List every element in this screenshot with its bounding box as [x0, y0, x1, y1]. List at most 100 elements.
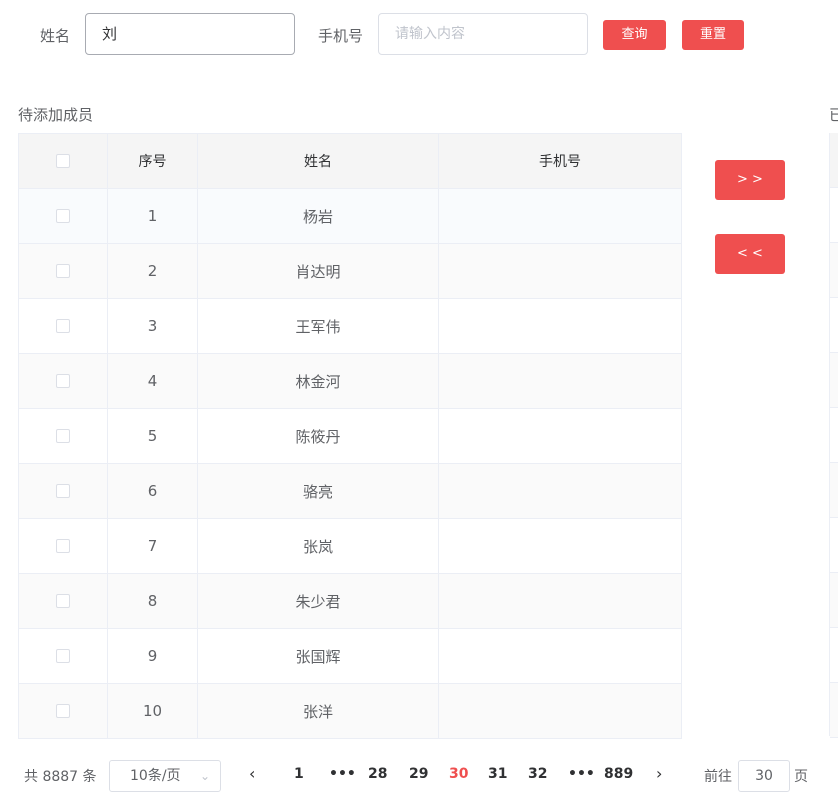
row-name: 肖达明: [198, 244, 439, 298]
row-phone: [439, 629, 682, 683]
prev-page-icon[interactable]: ‹: [249, 764, 255, 783]
row-name: 杨岩: [198, 189, 439, 243]
right-table-row: [830, 683, 838, 738]
page-number[interactable]: 889: [604, 766, 633, 782]
row-checkbox-cell: [19, 409, 108, 463]
row-phone: [439, 574, 682, 628]
table-row[interactable]: 5 陈筱丹: [19, 409, 682, 464]
select-all-checkbox[interactable]: [56, 154, 70, 168]
row-checkbox[interactable]: [56, 374, 70, 388]
phone-input[interactable]: 请输入内容: [378, 13, 588, 55]
row-phone: [439, 189, 682, 243]
row-phone: [439, 464, 682, 518]
row-index: 1: [108, 189, 198, 243]
added-members-table: [829, 133, 838, 738]
right-table-row: [830, 243, 838, 298]
row-index: 10: [108, 684, 198, 738]
pagination-total: 共 8887 条: [24, 769, 97, 785]
table-row[interactable]: 1 杨岩: [19, 189, 682, 244]
row-checkbox[interactable]: [56, 704, 70, 718]
table-row[interactable]: 10 张洋: [19, 684, 682, 739]
row-name: 张洋: [198, 684, 439, 738]
table-row[interactable]: 6 骆亮: [19, 464, 682, 519]
page-number[interactable]: 29: [409, 766, 428, 782]
row-checkbox[interactable]: [56, 264, 70, 278]
goto-suffix: 页: [794, 769, 808, 785]
row-checkbox[interactable]: [56, 319, 70, 333]
row-checkbox[interactable]: [56, 429, 70, 443]
row-checkbox-cell: [19, 464, 108, 518]
transfer-right-button[interactable]: > >: [715, 160, 785, 200]
row-checkbox[interactable]: [56, 539, 70, 553]
row-checkbox[interactable]: [56, 209, 70, 223]
table-row[interactable]: 2 肖达明: [19, 244, 682, 299]
table-row[interactable]: 3 王军伟: [19, 299, 682, 354]
next-page-icon[interactable]: ›: [656, 764, 662, 783]
search-bar: 姓名 刘 手机号 请输入内容 查询 重置: [0, 13, 838, 55]
left-panel-title: 待添加成员: [18, 106, 94, 124]
header-index: 序号: [108, 134, 198, 188]
table-row[interactable]: 8 朱少君: [19, 574, 682, 629]
right-table-row: [830, 408, 838, 463]
row-phone: [439, 684, 682, 738]
row-checkbox-cell: [19, 574, 108, 628]
page-number[interactable]: 30: [449, 766, 468, 782]
row-name: 陈筱丹: [198, 409, 439, 463]
pagination: 共 8887 条 10条/页 ⌄ ‹ 1 ••• 28 29 30 31 32 ••• 889 …: [0, 760, 838, 792]
header-phone: 手机号: [439, 134, 682, 188]
right-table-row: [830, 518, 838, 573]
table-row[interactable]: 4 林金河: [19, 354, 682, 409]
right-table-row: [830, 188, 838, 243]
page-size-select[interactable]: 10条/页 ⌄: [109, 760, 221, 792]
right-table-row: [830, 573, 838, 628]
row-name: 林金河: [198, 354, 439, 408]
page-number[interactable]: 32: [528, 766, 547, 782]
right-panel-title: 已: [829, 106, 838, 124]
row-name: 王军伟: [198, 299, 439, 353]
row-index: 3: [108, 299, 198, 353]
table-body: 1 杨岩 2 肖达明 3 王军伟 4 林金河 5 陈筱丹 6 骆亮 7 张岚 8 朱少君 9 张国辉 10 张洋: [19, 189, 682, 739]
page-number[interactable]: 31: [488, 766, 507, 782]
header-name: 姓名: [198, 134, 439, 188]
search-button[interactable]: 查询: [603, 20, 666, 50]
row-index: 9: [108, 629, 198, 683]
row-phone: [439, 354, 682, 408]
name-input[interactable]: 刘: [85, 13, 295, 55]
table-row[interactable]: 9 张国辉: [19, 629, 682, 684]
right-table-row: [830, 353, 838, 408]
transfer-left-button[interactable]: < <: [715, 234, 785, 274]
page-number[interactable]: 28: [368, 766, 387, 782]
phone-label: 手机号: [318, 27, 364, 45]
right-table-row: [830, 628, 838, 683]
row-name: 骆亮: [198, 464, 439, 518]
row-checkbox-cell: [19, 684, 108, 738]
table-row[interactable]: 7 张岚: [19, 519, 682, 574]
row-name: 朱少君: [198, 574, 439, 628]
row-checkbox[interactable]: [56, 484, 70, 498]
row-checkbox-cell: [19, 299, 108, 353]
row-name: 张国辉: [198, 629, 439, 683]
pending-members-table: 序号 姓名 手机号 1 杨岩 2 肖达明 3 王军伟 4 林金河 5 陈筱丹 6 骆亮 7 张岚 8 朱少君 9…: [18, 133, 682, 739]
name-label: 姓名: [40, 27, 71, 45]
goto-page-input[interactable]: 30: [738, 760, 790, 792]
header-checkbox-cell: [19, 134, 108, 188]
chevron-down-icon: ⌄: [199, 769, 210, 783]
row-checkbox-cell: [19, 519, 108, 573]
row-phone: [439, 299, 682, 353]
row-checkbox[interactable]: [56, 649, 70, 663]
row-phone: [439, 409, 682, 463]
row-checkbox[interactable]: [56, 594, 70, 608]
row-checkbox-cell: [19, 629, 108, 683]
reset-button[interactable]: 重置: [682, 20, 744, 50]
page-ellipsis[interactable]: •••: [329, 766, 356, 782]
right-table-row: [830, 463, 838, 518]
row-index: 7: [108, 519, 198, 573]
row-index: 8: [108, 574, 198, 628]
right-table-row: [830, 298, 838, 353]
page-number[interactable]: 1: [294, 766, 304, 782]
page-ellipsis[interactable]: •••: [568, 766, 595, 782]
row-index: 4: [108, 354, 198, 408]
goto-label: 前往: [704, 769, 732, 785]
row-index: 6: [108, 464, 198, 518]
page-size-value: 10条/页: [130, 768, 181, 784]
